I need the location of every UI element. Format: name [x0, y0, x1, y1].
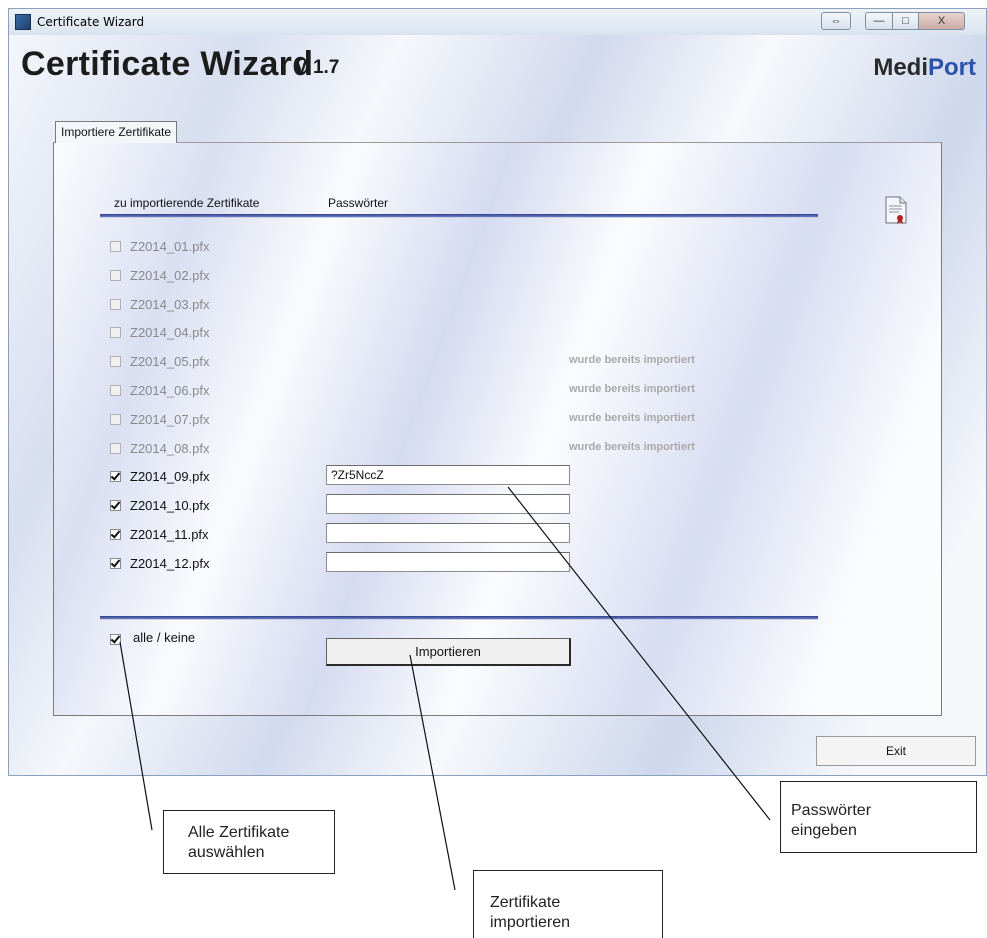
window-title: Certificate Wizard [37, 15, 145, 29]
certificate-row: Z2014_01.pfx [110, 237, 210, 255]
callout-import-line1: Zertifikate [490, 894, 561, 911]
column-header-certificates: zu importierende Zertifikate [114, 196, 260, 210]
header-divider [100, 214, 818, 218]
certificate-filename: Z2014_02.pfx [130, 267, 210, 283]
certificate-row: Z2014_02.pfx [110, 266, 210, 284]
certificate-row[interactable]: Z2014_10.pfx [110, 496, 210, 514]
close-button[interactable]: X [919, 12, 965, 30]
callout-select-all-line2: auswählen [188, 844, 265, 861]
certificate-filename: Z2014_04.pfx [130, 324, 210, 340]
page-title: Certificate Wizard [21, 45, 314, 83]
callout-import-line2: importieren [490, 914, 571, 931]
certificate-checkbox [110, 240, 121, 252]
certificate-checkbox[interactable] [110, 528, 121, 540]
resize-button[interactable]: ⇔ [821, 12, 851, 30]
certificate-filename: Z2014_05.pfx [130, 353, 210, 369]
callout-passwords-line2: eingeben [791, 822, 857, 839]
certificate-checkbox [110, 269, 121, 281]
tab-importiere-zertifikate[interactable]: Importiere Zertifikate [55, 121, 178, 143]
brand-part-2: Port [928, 54, 976, 81]
certificate-checkbox[interactable] [110, 470, 121, 482]
brand-logo: MediPort [873, 54, 976, 82]
certificate-row: Z2014_07.pfx [110, 410, 210, 428]
certificate-row[interactable]: Z2014_12.pfx [110, 554, 210, 572]
certificate-checkbox[interactable] [110, 557, 121, 569]
callout-passwords-line1: Passwörter [791, 802, 872, 819]
certificate-checkbox [110, 355, 121, 367]
brand-part-1: Medi [873, 54, 928, 81]
version-label: V 1.7 [295, 57, 340, 78]
certificate-filename: Z2014_07.pfx [130, 411, 210, 427]
minimize-button[interactable]: — [865, 12, 893, 30]
password-input[interactable] [326, 552, 570, 572]
certificate-checkbox [110, 442, 121, 454]
already-imported-status: wurde bereits importiert [569, 441, 695, 453]
already-imported-status: wurde bereits importiert [569, 383, 695, 395]
column-header-passwords: Passwörter [328, 196, 389, 210]
certificate-checkbox [110, 326, 121, 338]
callout-import: Zertifikate importieren [473, 870, 663, 938]
password-input[interactable] [326, 523, 570, 543]
certificate-checkbox[interactable] [110, 499, 121, 511]
certificate-checkbox [110, 384, 121, 396]
certificate-filename: Z2014_03.pfx [130, 296, 210, 312]
footer-divider [100, 616, 818, 620]
select-all-row[interactable] [110, 630, 130, 648]
callout-passwords: Passwörter eingeben [780, 781, 977, 853]
callout-select-all-line1: Alle Zertifikate [188, 824, 290, 841]
maximize-button[interactable]: □ [893, 12, 919, 30]
certificate-row: Z2014_03.pfx [110, 295, 210, 313]
certificate-checkbox [110, 298, 121, 310]
import-button[interactable]: Importieren [326, 638, 571, 666]
certificate-filename: Z2014_10.pfx [130, 497, 210, 513]
certificate-filename: Z2014_01.pfx [130, 238, 210, 254]
certificate-row: Z2014_04.pfx [110, 323, 210, 341]
certificate-checkbox [110, 413, 121, 425]
certificate-filename: Z2014_09.pfx [130, 468, 210, 484]
certificate-filename: Z2014_06.pfx [130, 382, 210, 398]
already-imported-status: wurde bereits importiert [569, 412, 695, 424]
password-input[interactable] [326, 494, 570, 514]
certificate-document-icon [885, 196, 907, 224]
already-imported-status: wurde bereits importiert [569, 354, 695, 366]
certificate-row: Z2014_08.pfx [110, 439, 210, 457]
select-all-checkbox[interactable] [110, 633, 121, 645]
certificate-filename: Z2014_12.pfx [130, 555, 210, 571]
password-input[interactable] [326, 465, 570, 485]
certificate-row: Z2014_05.pfx [110, 352, 210, 370]
exit-button[interactable]: Exit [816, 736, 976, 766]
select-all-label: alle / keine [133, 630, 196, 645]
certificate-filename: Z2014_11.pfx [130, 526, 209, 542]
title-bar[interactable]: Certificate Wizard ⇔ — □ X [9, 9, 986, 36]
app-icon [15, 14, 31, 30]
certificate-row[interactable]: Z2014_11.pfx [110, 525, 209, 543]
certificate-filename: Z2014_08.pfx [130, 440, 210, 456]
certificate-row: Z2014_06.pfx [110, 381, 210, 399]
callout-select-all: Alle Zertifikate auswählen [163, 810, 335, 874]
certificate-row[interactable]: Z2014_09.pfx [110, 467, 210, 485]
